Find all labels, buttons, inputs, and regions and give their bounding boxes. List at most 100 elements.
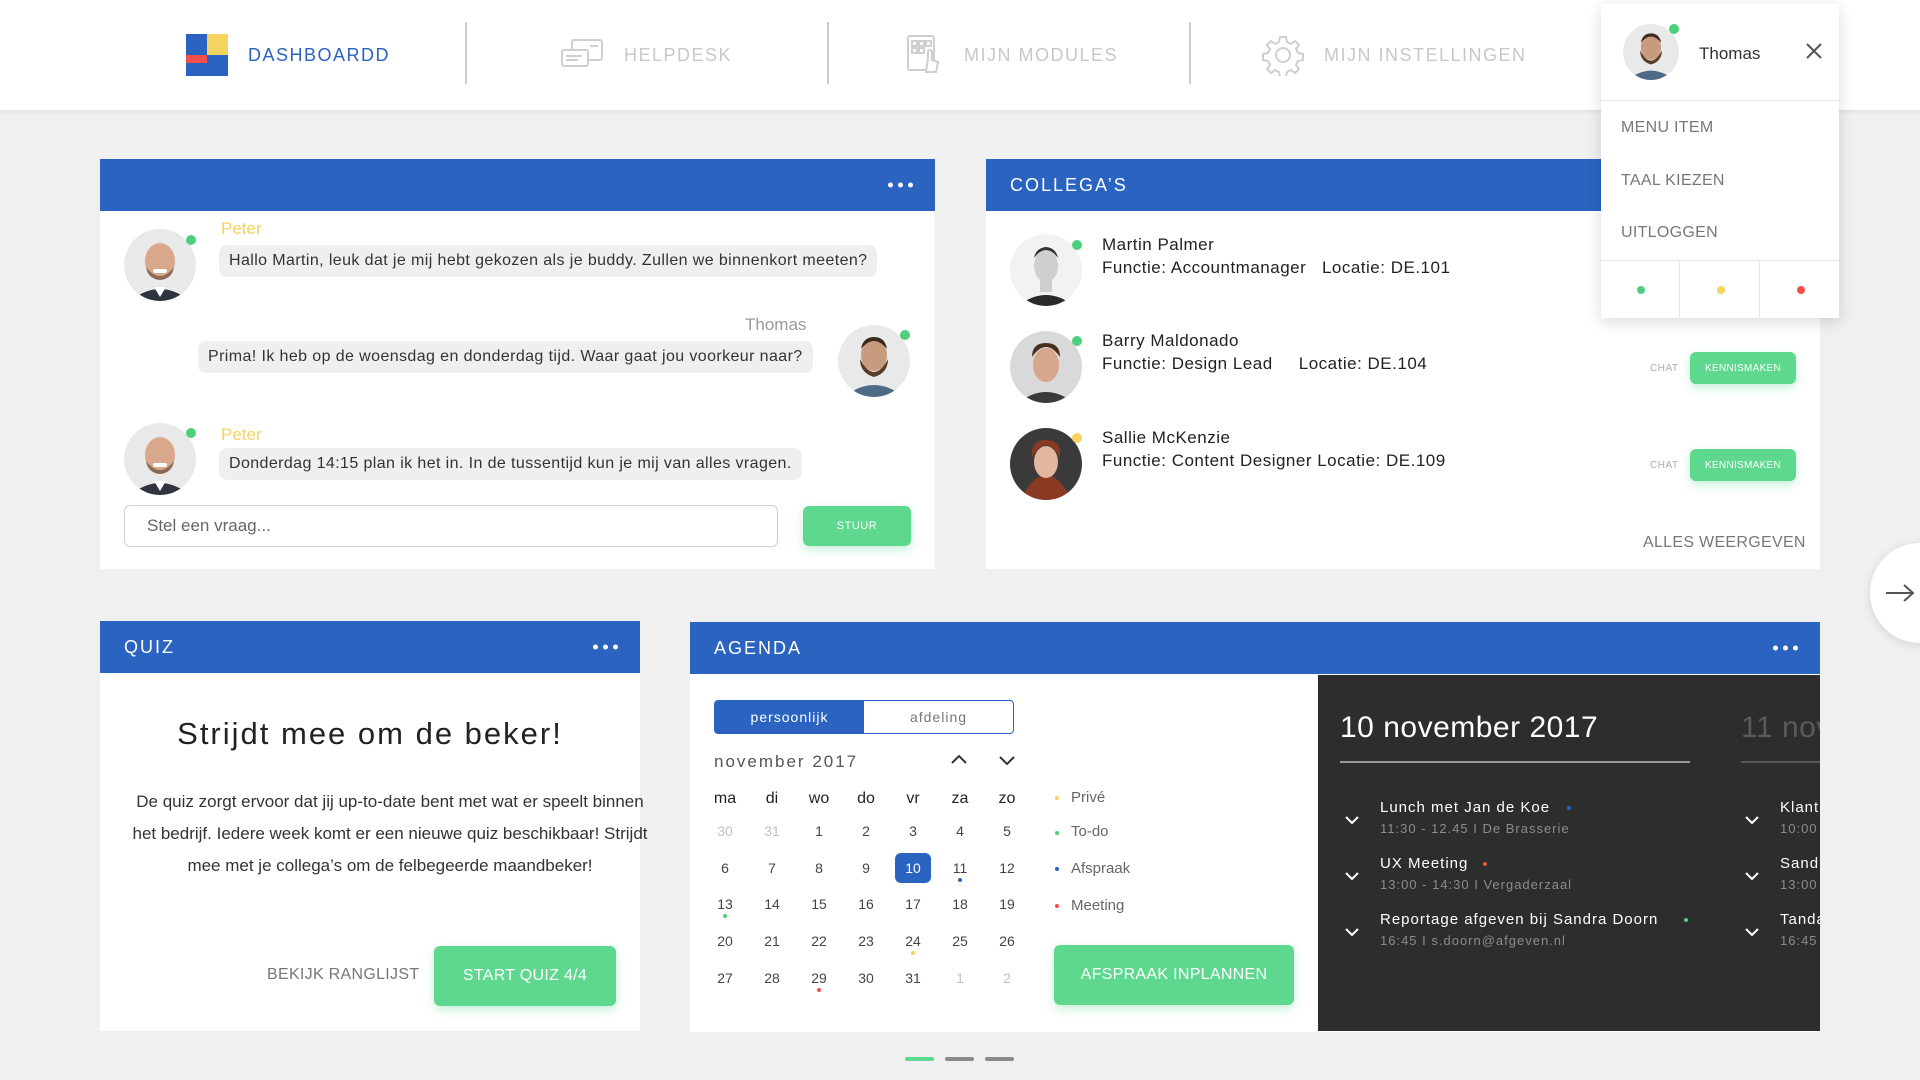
calendar-day[interactable]: 21 [752,933,792,949]
tab-afdeling[interactable]: afdeling [864,701,1013,733]
calendar-day[interactable]: 3 [893,823,933,839]
calendar-day[interactable]: 1 [799,823,839,839]
online-status-dot [186,235,196,245]
day-date-heading: 10 november 2017 [1340,711,1599,744]
show-all-link[interactable]: ALLES WEERGEVEN [1643,534,1806,552]
message-sender: Peter [221,219,262,238]
page-indicator[interactable] [985,1057,1014,1061]
ranking-link[interactable]: BEKIJK RANGLIJST [267,966,419,984]
chevron-down-icon[interactable] [1344,812,1360,830]
agenda-card-header: AGENDA [690,622,1820,674]
kennismaken-button[interactable]: KENNISMAKEN [1690,352,1796,384]
calendar-day[interactable]: 17 [893,896,933,912]
calendar-day[interactable]: 31 [752,823,792,839]
plan-appointment-button[interactable]: AFSPRAAK INPLANNEN [1054,945,1294,1005]
chevron-down-icon[interactable] [998,754,1016,772]
nav-helpdesk-label: HELPDESK [624,44,733,65]
chat-link[interactable]: CHAT [1650,460,1678,471]
nav-settings[interactable]: MIJN INSTELLINGEN [1262,0,1527,110]
legend-dot [1055,904,1059,908]
calendar-day[interactable]: 4 [940,823,980,839]
chevron-down-icon[interactable] [1344,924,1360,942]
chevron-down-icon[interactable] [1744,868,1760,886]
event-title[interactable]: Sandr [1780,855,1820,872]
status-online-option[interactable] [1601,261,1680,318]
event-title[interactable]: Lunch met Jan de Koe [1380,799,1550,816]
nav-helpdesk[interactable]: HELPDESK [560,0,732,110]
quiz-description: De quiz zorgt ervoor dat jij up-to-date … [132,792,648,875]
calendar-day[interactable]: 26 [987,933,1027,949]
legend-afspraak: Afspraak [1071,860,1131,877]
close-icon[interactable] [1805,42,1823,65]
divider [1741,761,1820,763]
message-bubble: Prima! Ik heb op de woensdag en donderda… [198,341,813,373]
calendar-day[interactable]: 24 [893,933,933,949]
calendar-day[interactable]: 1 [940,970,980,986]
page-indicator-active[interactable] [905,1057,934,1061]
event-title[interactable]: Tanda [1780,911,1820,928]
calendar-day[interactable]: 28 [752,970,792,986]
calendar-day[interactable]: 8 [799,860,839,876]
calendar-day[interactable]: 30 [705,823,745,839]
chat-message-input[interactable] [124,505,778,547]
calendar-event-dot [817,988,821,992]
calendar-day[interactable]: 12 [987,860,1027,876]
start-quiz-button[interactable]: START QUIZ 4/4 [434,946,616,1006]
event-type-dot [1567,806,1571,810]
agenda-view-toggle: persoonlijk afdeling [714,700,1014,734]
more-options-icon[interactable] [1773,645,1798,651]
tab-persoonlijk[interactable]: persoonlijk [715,701,864,733]
calendar-day[interactable]: 27 [705,970,745,986]
calendar-day[interactable]: 29 [799,970,839,986]
calendar-day[interactable]: 30 [846,970,886,986]
calendar-day[interactable]: 2 [987,970,1027,986]
calendar-day[interactable]: 16 [846,896,886,912]
calendar-day[interactable]: 2 [846,823,886,839]
send-button[interactable]: STUUR [803,506,911,546]
chat-card-header [100,159,935,211]
quiz-header-title: QUIZ [124,636,175,657]
calendar-day[interactable]: 7 [752,860,792,876]
calendar-day[interactable]: 31 [893,970,933,986]
calendar-day[interactable]: 22 [799,933,839,949]
status-dot [1717,286,1725,294]
menu-item-logout[interactable]: UITLOGGEN [1621,224,1718,242]
page-indicator[interactable] [945,1057,974,1061]
nav-modules[interactable]: MIJN MODULES [906,0,1118,110]
calendar-day[interactable]: 19 [987,896,1027,912]
chat-link[interactable]: CHAT [1650,363,1678,374]
weekday-header: zo [998,790,1016,807]
arrow-right-icon [1886,584,1915,602]
calendar-day[interactable]: 14 [752,896,792,912]
status-busy-option[interactable] [1761,261,1839,318]
chevron-down-icon[interactable] [1744,812,1760,830]
calendar-day[interactable]: 25 [940,933,980,949]
next-slide-button[interactable] [1870,543,1920,643]
event-title[interactable]: Reportage afgeven bij Sandra Doorn [1380,911,1658,928]
menu-item-language[interactable]: TAAL KIEZEN [1621,172,1725,190]
menu-item[interactable]: MENU ITEM [1621,119,1713,137]
more-options-icon[interactable] [888,182,913,188]
calendar-day[interactable]: 9 [846,860,886,876]
event-title[interactable]: Klant [1780,799,1819,816]
calendar-day[interactable]: 20 [705,933,745,949]
calendar-day-selected[interactable]: 10 [895,853,931,883]
event-title[interactable]: UX Meeting [1380,855,1468,872]
calendar-day[interactable]: 13 [705,896,745,912]
calendar-day[interactable]: 18 [940,896,980,912]
calendar-day[interactable]: 5 [987,823,1027,839]
calendar-day[interactable]: 11 [940,860,980,876]
chevron-up-icon[interactable] [950,752,968,770]
kennismaken-button[interactable]: KENNISMAKEN [1690,449,1796,481]
more-options-icon[interactable] [593,644,618,650]
status-away-option[interactable] [1681,261,1760,318]
calendar-day[interactable]: 6 [705,860,745,876]
weekday-header: ma [713,790,737,807]
chevron-down-icon[interactable] [1744,924,1760,942]
calendar-day[interactable]: 23 [846,933,886,949]
calendar-day[interactable]: 15 [799,896,839,912]
chevron-down-icon[interactable] [1344,868,1360,886]
nav-dashboard[interactable]: DASHBOARDD [186,0,390,110]
event-details: 13:00 [1780,877,1818,892]
calendar-event-dot [911,951,915,955]
